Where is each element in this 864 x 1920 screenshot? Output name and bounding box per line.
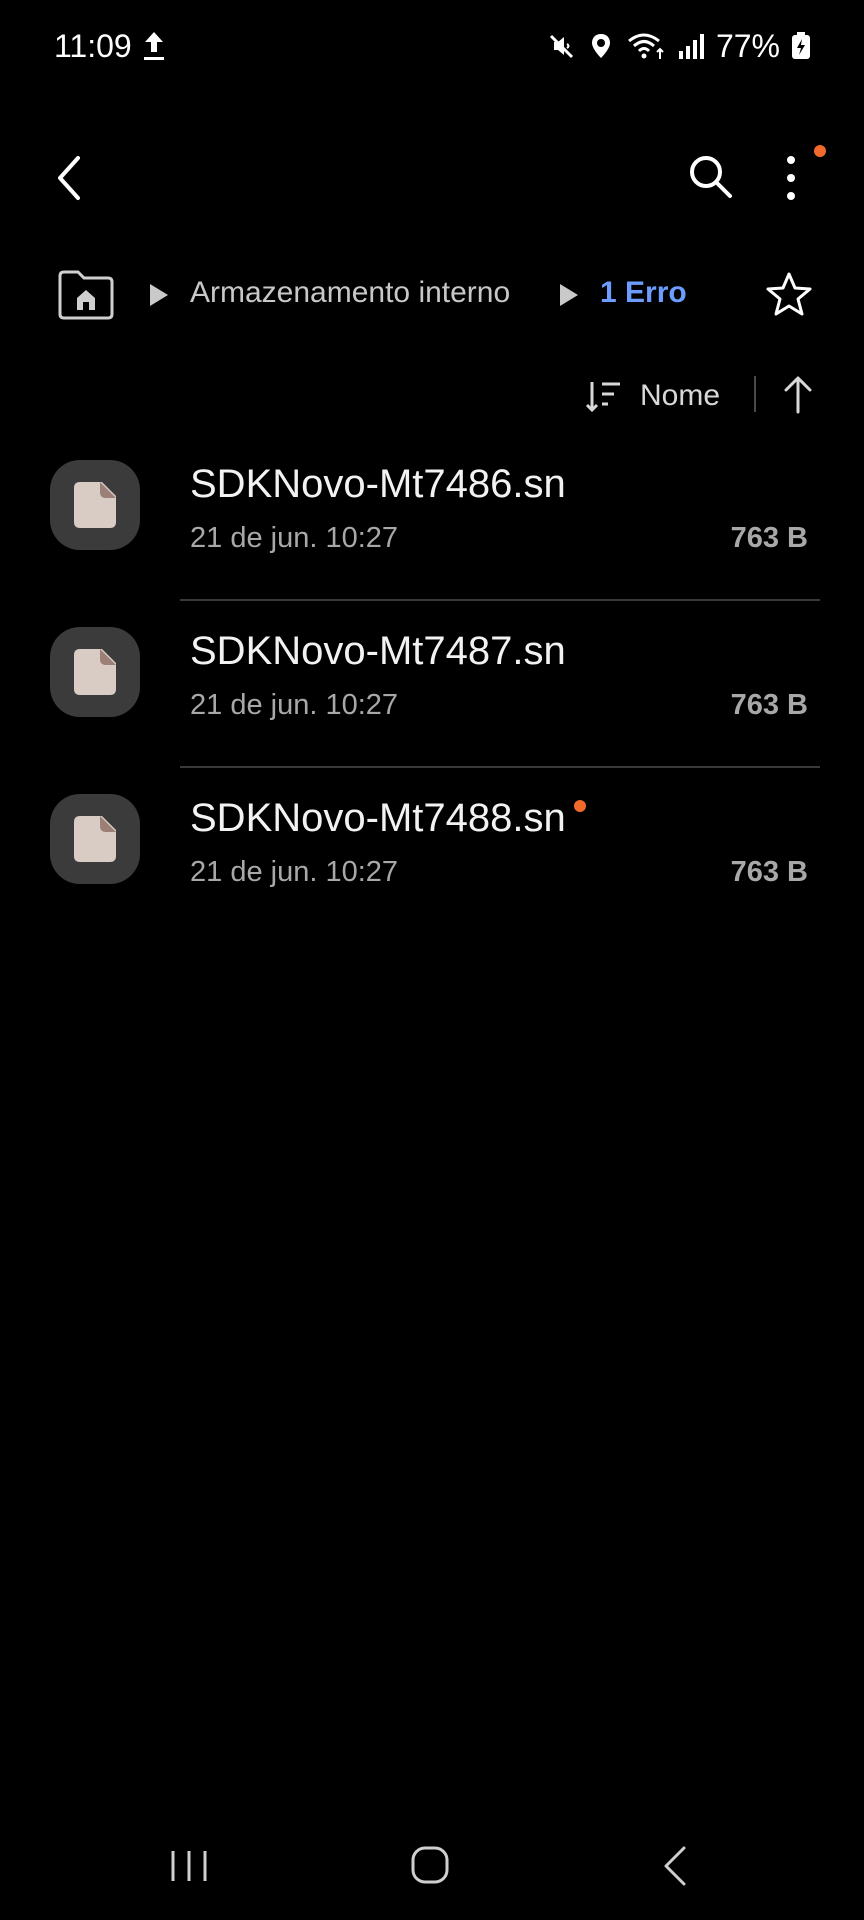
signal-icon	[678, 34, 704, 59]
upload-icon	[144, 32, 164, 60]
file-icon	[50, 794, 140, 884]
battery-percent: 77%	[715, 27, 780, 64]
breadcrumb-internal-storage[interactable]: Armazenamento interno	[190, 276, 510, 310]
file-date: 21 de jun. 10:27	[190, 522, 399, 554]
file-list-item[interactable]: SDKNovo-Mt7486.sn 21 de jun. 10:27 763 B	[0, 434, 864, 601]
back-icon[interactable]	[660, 1844, 690, 1888]
sort-by-button[interactable]: Nome	[584, 372, 720, 420]
battery-icon	[792, 32, 810, 59]
recents-icon[interactable]	[168, 1848, 210, 1884]
status-time: 11:09	[54, 28, 132, 64]
sort-icon	[585, 382, 620, 413]
wifi-icon	[628, 33, 664, 59]
sort-label: Nome	[640, 379, 721, 412]
back-button[interactable]	[46, 150, 96, 206]
file-name: SDKNovo-Mt7488.sn	[190, 796, 566, 840]
file-size: 763 B	[730, 522, 808, 554]
location-icon	[591, 34, 610, 58]
file-name: SDKNovo-Mt7486.sn	[190, 462, 566, 506]
file-icon	[50, 627, 140, 717]
file-icon	[50, 460, 140, 550]
file-date: 21 de jun. 10:27	[190, 689, 399, 721]
file-size: 763 B	[730, 856, 808, 888]
file-list-item[interactable]: SDKNovo-Mt7488.sn 21 de jun. 10:27 763 B	[0, 768, 864, 935]
mute-icon	[549, 34, 574, 59]
more-vertical-icon[interactable]	[776, 150, 806, 206]
new-file-dot	[574, 800, 586, 812]
divider	[754, 376, 756, 412]
home-folder-icon[interactable]	[56, 268, 116, 320]
status-icons: 77%	[546, 26, 812, 66]
home-icon[interactable]	[410, 1845, 450, 1885]
breadcrumb-separator-icon	[560, 284, 578, 306]
breadcrumb-separator-icon	[150, 284, 168, 306]
file-size: 763 B	[730, 689, 808, 721]
arrow-up-icon[interactable]	[780, 372, 816, 416]
search-icon[interactable]	[686, 152, 734, 200]
breadcrumb-current-folder[interactable]: 1 Erro	[600, 276, 687, 310]
file-name: SDKNovo-Mt7487.sn	[190, 629, 566, 673]
file-date: 21 de jun. 10:27	[190, 856, 399, 888]
star-icon[interactable]	[764, 270, 814, 320]
notification-dot	[814, 145, 826, 157]
file-list-item[interactable]: SDKNovo-Mt7487.sn 21 de jun. 10:27 763 B	[0, 601, 864, 768]
